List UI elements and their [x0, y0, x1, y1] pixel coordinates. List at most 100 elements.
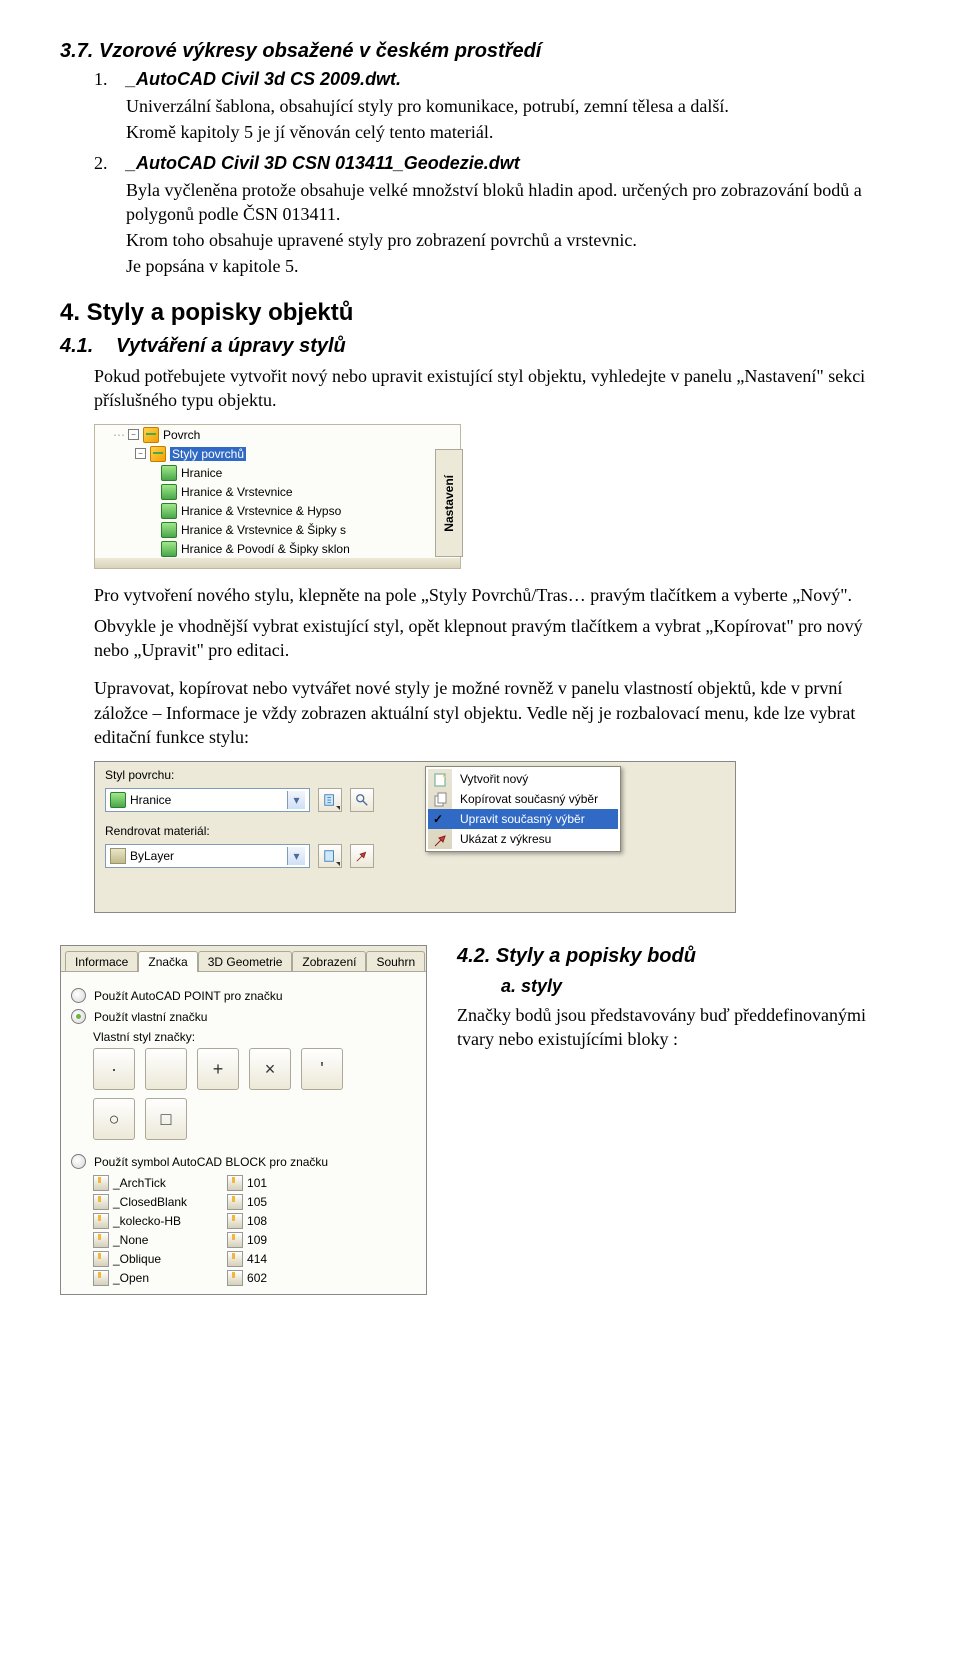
tab-znacka[interactable]: Značka — [138, 951, 197, 972]
chevron-down-icon — [336, 862, 340, 866]
marker-shape-x[interactable]: × — [249, 1048, 291, 1090]
block-item[interactable]: 109 — [227, 1232, 267, 1248]
list-number-1: 1. — [94, 69, 114, 147]
tree-item[interactable]: Hranice & Vrstevnice & Hypso — [181, 504, 341, 518]
s41-after2: Obvykle je vhodnější vybrat existující s… — [94, 614, 900, 663]
style-icon — [161, 541, 177, 557]
style-icon — [161, 522, 177, 538]
menu-create-new[interactable]: Vytvořit nový — [428, 769, 618, 789]
style-icon — [161, 465, 177, 481]
block-item[interactable]: _Oblique — [93, 1251, 187, 1267]
chevron-down-icon[interactable]: ▾ — [287, 791, 305, 809]
combo-value: ByLayer — [130, 849, 174, 863]
block-icon — [93, 1270, 109, 1286]
tree-item[interactable]: Hranice & Vrstevnice — [181, 485, 293, 499]
tab-souhrn[interactable]: Souhrn — [366, 951, 425, 972]
block-item[interactable]: 108 — [227, 1213, 267, 1229]
block-item[interactable]: _kolecko-HB — [93, 1213, 187, 1229]
block-icon — [227, 1270, 243, 1286]
block-icon — [227, 1213, 243, 1229]
tab-3d-geometrie[interactable]: 3D Geometrie — [198, 951, 293, 972]
tree-panel: Nastavení ⋯ − Povrch − Styly povrchů Hra… — [94, 424, 461, 569]
pick-cursor-icon — [433, 832, 449, 848]
heading-4-2-a: a. styly — [501, 976, 900, 997]
material-edit-dropdown-button[interactable] — [318, 844, 342, 868]
block-item[interactable]: 101 — [227, 1175, 267, 1191]
block-icon — [227, 1175, 243, 1191]
radio-label: Použít symbol AutoCAD BLOCK pro značku — [94, 1155, 328, 1169]
s41-after1: Pro vytvoření nového stylu, klepněte na … — [94, 583, 900, 607]
s42-p1: Značky bodů jsou představovány buď předd… — [457, 1003, 900, 1052]
settings-side-tab-label: Nastavení — [442, 475, 456, 532]
heading-4-2: 4.2. Styly a popisky bodů — [457, 945, 900, 968]
tree-item[interactable]: Hranice & Povodí & Šipky sklon — [181, 542, 350, 556]
item1-p1: Univerzální šablona, obsahující styly pr… — [126, 94, 900, 118]
radio-label: Použít AutoCAD POINT pro značku — [94, 989, 283, 1003]
layer-icon — [110, 848, 126, 864]
radio-custom-marker[interactable] — [71, 1009, 86, 1024]
tree-collapse-icon[interactable]: − — [135, 448, 146, 459]
check-icon: ✓ — [433, 812, 449, 828]
block-item[interactable]: 414 — [227, 1251, 267, 1267]
block-icon — [93, 1175, 109, 1191]
block-item[interactable]: _ClosedBlank — [93, 1194, 187, 1210]
pick-from-drawing-button[interactable] — [350, 844, 374, 868]
heading-4-1: Vytváření a úpravy stylů — [116, 335, 346, 358]
render-material-combo[interactable]: ByLayer ▾ — [105, 844, 310, 868]
tab-informace[interactable]: Informace — [65, 951, 138, 972]
item1-title: _AutoCAD Civil 3d CS 2009.dwt. — [126, 69, 900, 90]
styles-folder-icon — [150, 446, 166, 462]
tab-zobrazeni[interactable]: Zobrazení — [292, 951, 366, 972]
surface-style-combo[interactable]: Hranice ▾ — [105, 788, 310, 812]
tree-item[interactable]: Hranice — [181, 466, 222, 480]
item2-title: _AutoCAD Civil 3D CSN 013411_Geodezie.dw… — [126, 153, 900, 174]
block-item[interactable]: _ArchTick — [93, 1175, 187, 1191]
block-item[interactable]: 105 — [227, 1194, 267, 1210]
marker-frame-circle[interactable]: ○ — [93, 1098, 135, 1140]
block-item[interactable]: _Open — [93, 1270, 187, 1286]
radio-acad-block[interactable] — [71, 1154, 86, 1169]
tree-collapse-icon[interactable]: − — [128, 429, 139, 440]
radio-selected-dot-icon — [76, 1014, 81, 1019]
s41-p3: Upravovat, kopírovat nebo vytvářet nové … — [94, 676, 900, 749]
block-icon — [93, 1251, 109, 1267]
radio-acad-point[interactable] — [71, 988, 86, 1003]
copy-icon — [433, 792, 449, 808]
tree-root[interactable]: Povrch — [163, 428, 200, 442]
marker-shape-dot[interactable]: · — [93, 1048, 135, 1090]
block-icon — [93, 1232, 109, 1248]
tree-item[interactable]: Hranice & Vrstevnice & Šipky s — [181, 523, 346, 537]
item2-p1: Byla vyčleněna protože obsahuje velké mn… — [126, 178, 900, 227]
menu-edit-current[interactable]: ✓ Upravit současný výběr — [428, 809, 618, 829]
tree-group[interactable]: Styly povrchů — [170, 447, 246, 461]
block-icon — [227, 1194, 243, 1210]
menu-copy-current[interactable]: Kopírovat současný výběr — [428, 789, 618, 809]
style-context-menu: Vytvořit nový Kopírovat současný výběr ✓… — [425, 766, 621, 852]
label-surface-style: Styl povrchu: — [105, 768, 235, 782]
chevron-down-icon[interactable]: ▾ — [287, 847, 305, 865]
radio-label: Použít vlastní značku — [94, 1010, 207, 1024]
zoom-extents-button[interactable] — [350, 788, 374, 812]
style-edit-dropdown-button[interactable] — [318, 788, 342, 812]
settings-side-tab[interactable]: Nastavení — [435, 449, 463, 557]
marker-frame-square[interactable]: □ — [145, 1098, 187, 1140]
block-item[interactable]: _None — [93, 1232, 187, 1248]
marker-shape-plus[interactable]: + — [197, 1048, 239, 1090]
s41-intro: Pokud potřebujete vytvořit nový nebo upr… — [94, 364, 900, 413]
surface-icon — [143, 427, 159, 443]
menu-pick-from-drawing[interactable]: Ukázat z výkresu — [428, 829, 618, 849]
style-icon — [110, 792, 126, 808]
block-item[interactable]: 602 — [227, 1270, 267, 1286]
item2-p2: Krom toho obsahuje upravené styly pro zo… — [126, 228, 900, 252]
list-number-2: 2. — [94, 153, 114, 281]
marker-shape-none[interactable] — [145, 1048, 187, 1090]
block-icon — [227, 1251, 243, 1267]
item2-p3: Je popsána v kapitole 5. — [126, 254, 900, 278]
property-panel: Styl povrchu: Hranice ▾ Rendrovat materi… — [94, 761, 736, 913]
item1-p2: Kromě kapitoly 5 je jí věnován celý tent… — [126, 120, 900, 144]
combo-value: Hranice — [130, 793, 171, 807]
block-icon — [227, 1232, 243, 1248]
custom-style-sublabel: Vlastní styl značky: — [93, 1030, 416, 1044]
marker-shape-tick[interactable]: ' — [301, 1048, 343, 1090]
new-icon — [433, 772, 449, 788]
